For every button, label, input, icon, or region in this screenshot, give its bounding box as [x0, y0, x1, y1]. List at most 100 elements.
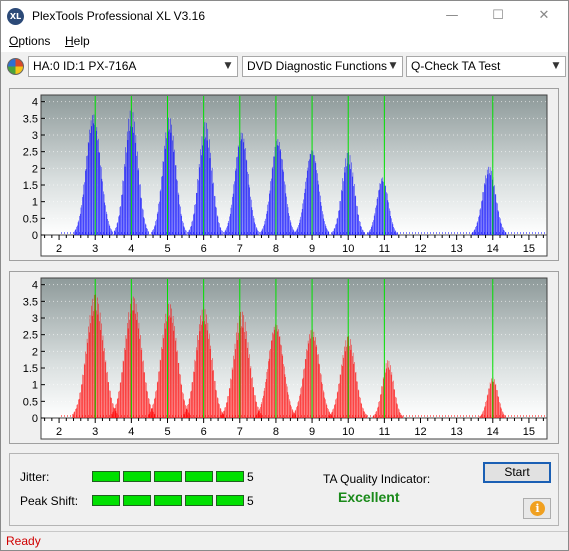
x-tick-label: 5 — [164, 426, 170, 438]
peak-shift-bar-segment — [92, 495, 120, 506]
x-tick-label: 8 — [273, 243, 279, 255]
y-tick-label: 3.5 — [23, 296, 38, 308]
plot-area — [40, 277, 548, 419]
chevron-down-icon: ▼ — [389, 61, 397, 71]
x-tick-label: 6 — [201, 243, 207, 255]
x-tick-label: 9 — [309, 426, 315, 438]
peak-shift-bar-segment — [216, 495, 244, 506]
peak-shift-value: 5 — [247, 494, 254, 508]
menu-help[interactable]: Help — [65, 34, 90, 48]
peak-shift-bar-segment — [123, 495, 151, 506]
ta-quality-value: Excellent — [338, 489, 400, 505]
x-tick-label: 15 — [523, 426, 535, 438]
x-tick-label: 5 — [164, 243, 170, 255]
y-tick-label: 2.5 — [23, 330, 38, 342]
y-tick-label: 2 — [32, 163, 38, 175]
x-tick-label: 4 — [128, 243, 134, 255]
toolbar: HA:0 ID:1 PX-716A ▼ DVD Diagnostic Funct… — [1, 53, 568, 79]
minimize-button[interactable]: — — [429, 1, 475, 31]
y-tick-label: 1 — [32, 380, 38, 392]
y-tick-label: 1.5 — [23, 180, 38, 192]
jitter-bar-segment — [123, 471, 151, 482]
jitter-chart-bottom: 0 0.5 1 1.5 2 2.5 3 3.5 4 2 3 4 5 6 7 8 9 10 11 12 13 14 15 — [9, 271, 559, 444]
x-tick-label: 11 — [379, 243, 390, 255]
menu-help-rest: elp — [73, 34, 90, 48]
x-tick-label: 14 — [487, 243, 499, 255]
plot-area — [40, 94, 548, 236]
start-button[interactable]: Start — [483, 462, 551, 483]
x-tick-label: 12 — [414, 426, 426, 438]
x-tick-label: 11 — [379, 426, 390, 438]
y-tick-label: 3 — [32, 313, 38, 325]
jitter-bar-segment — [154, 471, 182, 482]
menu-options[interactable]: Options — [9, 34, 50, 48]
menu-bar: Options Help — [1, 31, 568, 52]
y-tick-label: 3.5 — [23, 113, 38, 125]
y-tick-label: 0.5 — [23, 396, 38, 408]
x-tick-label: 3 — [92, 426, 98, 438]
x-tick-label: 15 — [523, 243, 535, 255]
function-select[interactable]: DVD Diagnostic Functions ▼ — [242, 56, 403, 77]
drive-select-value: HA:0 ID:1 PX-716A — [33, 59, 137, 73]
ta-quality-label: TA Quality Indicator: — [323, 472, 431, 486]
function-select-value: DVD Diagnostic Functions — [247, 59, 388, 73]
y-tick-label: 0 — [32, 413, 38, 425]
test-select-value: Q-Check TA Test — [411, 59, 501, 73]
x-tick-label: 7 — [237, 426, 243, 438]
maximize-button[interactable]: ☐ — [475, 1, 521, 31]
y-tick-label: 4 — [32, 97, 38, 109]
x-tick-label: 9 — [309, 243, 315, 255]
x-tick-label: 3 — [92, 243, 98, 255]
peak-shift-bar-segment — [185, 495, 213, 506]
jitter-bar-segment — [216, 471, 244, 482]
x-tick-label: 7 — [237, 243, 243, 255]
y-tick-label: 4 — [32, 280, 38, 292]
x-tick-label: 12 — [414, 243, 426, 255]
y-tick-label: 3 — [32, 130, 38, 142]
jitter-chart-top: 0 0.5 1 1.5 2 2.5 3 3.5 4 2 3 4 5 6 7 8 9 10 11 12 13 14 15 — [9, 88, 559, 261]
x-tick-label: 13 — [451, 426, 463, 438]
y-tick-label: 2 — [32, 346, 38, 358]
peak-shift-label: Peak Shift: — [20, 494, 79, 508]
app-logo-icon: XL — [7, 8, 24, 25]
window-title: PlexTools Professional XL V3.16 — [32, 9, 205, 23]
test-select[interactable]: Q-Check TA Test ▼ — [406, 56, 566, 77]
status-bar: Ready — [1, 531, 568, 550]
jitter-value: 5 — [247, 470, 254, 484]
menu-help-accel: H — [65, 34, 74, 48]
menu-options-accel: O — [9, 34, 19, 48]
x-tick-label: 8 — [273, 426, 279, 438]
x-tick-label: 4 — [128, 426, 134, 438]
info-button[interactable]: i — [523, 498, 551, 519]
jitter-bar-segment — [185, 471, 213, 482]
x-tick-label: 13 — [451, 243, 463, 255]
y-tick-label: 2.5 — [23, 147, 38, 159]
y-tick-label: 1 — [32, 197, 38, 209]
x-tick-label: 2 — [56, 426, 62, 438]
x-tick-label: 14 — [487, 426, 499, 438]
y-tick-label: 1.5 — [23, 363, 38, 375]
chart-top-svg: 0 0.5 1 1.5 2 2.5 3 3.5 4 2 3 4 5 6 7 8 9 10 11 12 13 14 15 — [23, 94, 548, 257]
jitter-label: Jitter: — [20, 470, 50, 484]
drive-select[interactable]: HA:0 ID:1 PX-716A ▼ — [28, 56, 238, 77]
x-tick-label: 10 — [342, 426, 354, 438]
x-axis-strip — [40, 417, 548, 440]
results-panel: Jitter: 5 Peak Shift: 5 TA Quality Indic… — [9, 453, 559, 526]
chevron-down-icon: ▼ — [224, 61, 232, 71]
x-tick-label: 10 — [342, 243, 354, 255]
status-text: Ready — [6, 534, 41, 548]
chevron-down-icon: ▼ — [552, 61, 560, 71]
x-tick-label: 6 — [201, 426, 207, 438]
chart-bottom-svg: 0 0.5 1 1.5 2 2.5 3 3.5 4 2 3 4 5 6 7 8 9 10 11 12 13 14 15 — [23, 277, 548, 440]
x-axis-strip — [40, 234, 548, 257]
info-icon: i — [530, 501, 545, 516]
title-bar: XL PlexTools Professional XL V3.16 — ☐ ✕ — [1, 1, 568, 31]
plextor-disc-icon — [7, 58, 24, 75]
y-tick-label: 0.5 — [23, 213, 38, 225]
main-window: XL PlexTools Professional XL V3.16 — ☐ ✕… — [0, 0, 569, 551]
menu-options-rest: ptions — [18, 34, 51, 48]
x-tick-label: 2 — [56, 243, 62, 255]
peak-shift-bar-segment — [154, 495, 182, 506]
close-button[interactable]: ✕ — [521, 1, 567, 31]
y-tick-label: 0 — [32, 230, 38, 242]
